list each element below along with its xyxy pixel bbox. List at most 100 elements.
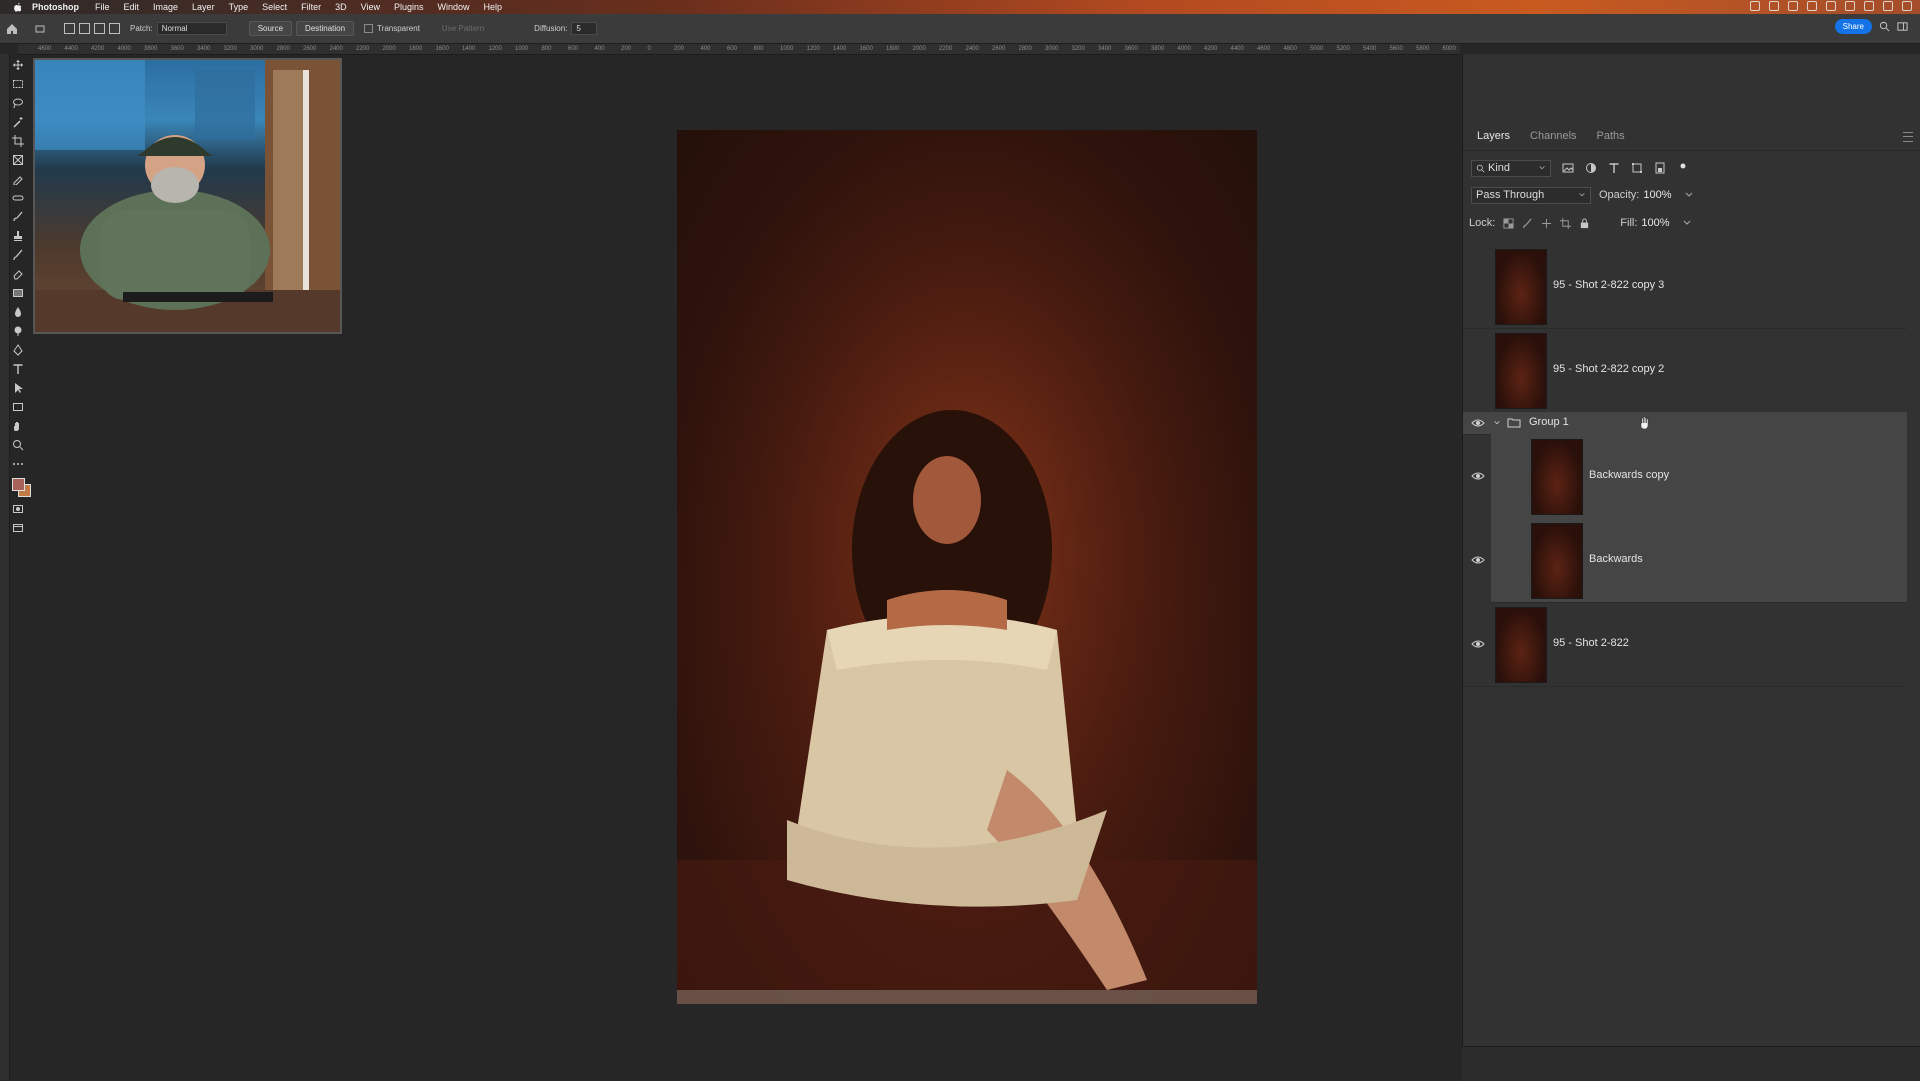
spotlight-icon[interactable] <box>1883 1 1893 11</box>
horizontal-ruler[interactable]: 4600 4400 4200 4000 3800 3600 3400 3200 3000 2800… <box>18 44 1460 55</box>
lasso-tool[interactable] <box>12 97 24 109</box>
layer-row[interactable]: Backwards copy <box>1491 434 1907 519</box>
tab-channels[interactable]: Channels <box>1530 130 1576 142</box>
frame-tool[interactable] <box>12 154 24 166</box>
use-pattern-button[interactable]: Use Pattern <box>442 24 484 33</box>
group-name[interactable]: Group 1 <box>1529 416 1569 428</box>
creative-cloud-icon[interactable] <box>1788 1 1798 11</box>
blend-mode-select[interactable]: Pass Through <box>1471 186 1591 204</box>
brush-tool[interactable] <box>12 211 24 223</box>
chevron-down-icon[interactable] <box>1493 419 1501 427</box>
menu-filter[interactable]: Filter <box>301 2 321 12</box>
source-button[interactable]: Source <box>248 21 293 36</box>
type-tool[interactable] <box>12 363 24 375</box>
lock-icon[interactable] <box>1579 217 1590 229</box>
history-brush-tool[interactable] <box>12 249 24 261</box>
type-filter-icon[interactable] <box>1608 162 1620 174</box>
eye-icon[interactable] <box>1471 471 1485 481</box>
menu-plugins[interactable]: Plugins <box>394 2 424 12</box>
info-icon[interactable] <box>1826 1 1836 11</box>
path-selection-tool[interactable] <box>12 382 24 394</box>
tab-paths[interactable]: Paths <box>1597 130 1625 142</box>
destination-button[interactable]: Destination <box>296 21 355 36</box>
menu-edit[interactable]: Edit <box>124 2 140 12</box>
layer-row[interactable]: 95 - Shot 2-822 copy 2 <box>1463 328 1907 413</box>
fill-field[interactable]: 100% <box>1641 217 1669 229</box>
layer-row[interactable]: Backwards <box>1491 518 1907 603</box>
menu-help[interactable]: Help <box>484 2 503 12</box>
menu-view[interactable]: View <box>361 2 380 12</box>
panel-menu-icon[interactable] <box>1903 132 1913 142</box>
fill-chevron-icon[interactable] <box>1682 218 1692 228</box>
workspace-icon[interactable] <box>1897 21 1908 32</box>
add-selection-icon[interactable] <box>79 23 90 34</box>
blur-tool[interactable] <box>12 306 24 318</box>
patch-tool-icon[interactable] <box>34 23 46 35</box>
siri-icon[interactable] <box>1902 1 1912 11</box>
smart-object-filter-icon[interactable] <box>1654 162 1666 174</box>
share-button[interactable]: Share <box>1834 19 1872 34</box>
transparent-checkbox[interactable]: Transparent <box>364 24 420 33</box>
layer-name[interactable]: 95 - Shot 2-822 <box>1553 637 1629 649</box>
battery-icon[interactable] <box>1807 1 1817 11</box>
menu-type[interactable]: Type <box>229 2 249 12</box>
filter-toggle-icon[interactable] <box>1677 162 1689 174</box>
opacity-chevron-icon[interactable] <box>1684 190 1694 200</box>
hand-tool[interactable] <box>12 420 24 432</box>
foreground-color-swatch[interactable] <box>11 478 31 497</box>
document-canvas[interactable] <box>677 130 1257 1004</box>
search-icon[interactable] <box>1879 21 1890 32</box>
menu-layer[interactable]: Layer <box>192 2 215 12</box>
quick-mask-button[interactable] <box>12 503 24 515</box>
rectangle-tool[interactable] <box>12 401 24 413</box>
menu-select[interactable]: Select <box>262 2 287 12</box>
screen-record-icon[interactable] <box>1750 1 1760 11</box>
lock-position-icon[interactable] <box>1541 218 1552 229</box>
gradient-tool[interactable] <box>12 287 24 299</box>
layer-name[interactable]: 95 - Shot 2-822 copy 2 <box>1553 363 1664 375</box>
patch-mode-select[interactable]: Normal <box>156 22 227 35</box>
dodge-tool[interactable] <box>12 325 24 337</box>
eye-icon[interactable] <box>1471 639 1485 649</box>
menu-app-name[interactable]: Photoshop <box>32 2 79 12</box>
layer-name[interactable]: Backwards copy <box>1589 469 1669 481</box>
stamp-tool[interactable] <box>12 230 24 242</box>
eraser-tool[interactable] <box>12 268 24 280</box>
shape-filter-icon[interactable] <box>1631 162 1643 174</box>
menu-3d[interactable]: 3D <box>335 2 347 12</box>
kind-filter-select[interactable]: Kind <box>1471 159 1551 177</box>
lock-pixels-icon[interactable] <box>1522 218 1533 229</box>
lock-transparency-icon[interactable] <box>1503 217 1514 229</box>
healing-tool[interactable] <box>12 192 24 204</box>
zoom-tool[interactable] <box>12 439 24 451</box>
adjustment-filter-icon[interactable] <box>1585 162 1597 174</box>
intersect-selection-icon[interactable] <box>109 23 120 34</box>
pixel-filter-icon[interactable] <box>1562 162 1574 174</box>
apple-icon[interactable] <box>12 2 24 12</box>
new-selection-icon[interactable] <box>64 23 75 34</box>
layer-row[interactable]: 95 - Shot 2-822 copy 3 <box>1463 244 1907 329</box>
control-center-icon[interactable] <box>1864 1 1874 11</box>
layer-name[interactable]: 95 - Shot 2-822 copy 3 <box>1553 279 1664 291</box>
layer-group-row[interactable]: Group 1 <box>1463 412 1907 435</box>
more-tools[interactable] <box>12 458 24 470</box>
eyedropper-tool[interactable] <box>12 173 24 185</box>
subtract-selection-icon[interactable] <box>94 23 105 34</box>
lock-artboard-icon[interactable] <box>1560 217 1572 229</box>
layer-row[interactable]: 95 - Shot 2-822 <box>1463 602 1907 687</box>
menu-image[interactable]: Image <box>153 2 178 12</box>
home-icon[interactable] <box>6 23 18 35</box>
camera-icon[interactable] <box>1769 1 1779 11</box>
move-tool[interactable] <box>12 59 24 71</box>
pen-tool[interactable] <box>12 344 24 356</box>
crop-tool[interactable] <box>12 135 24 147</box>
eye-icon[interactable] <box>1471 555 1485 565</box>
layer-name[interactable]: Backwards <box>1589 553 1643 565</box>
wifi-icon[interactable] <box>1845 1 1855 11</box>
menu-file[interactable]: File <box>95 2 110 12</box>
tab-layers[interactable]: Layers <box>1477 130 1510 142</box>
background-color-swatch[interactable] <box>17 484 31 497</box>
diffusion-field[interactable]: 5 <box>571 22 598 35</box>
screen-mode-button[interactable] <box>12 522 24 534</box>
magic-wand-tool[interactable] <box>12 116 24 128</box>
